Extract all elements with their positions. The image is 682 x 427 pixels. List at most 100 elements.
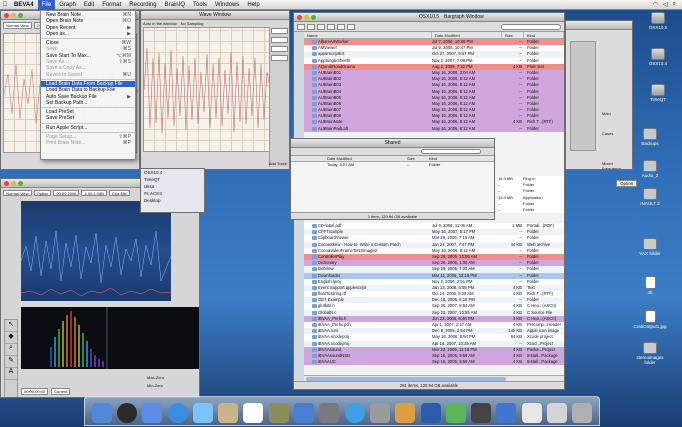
search-input[interactable] <box>501 23 561 30</box>
app-icon[interactable] <box>471 403 492 423</box>
ical-icon[interactable] <box>243 403 264 423</box>
sidebar-item[interactable]: OSX10.4 <box>141 169 204 176</box>
col-size[interactable]: Size <box>407 156 429 161</box>
col-kind[interactable]: Kind <box>429 156 469 161</box>
col-size[interactable]: Size <box>502 32 524 38</box>
guitar-icon[interactable] <box>395 403 416 423</box>
gain-field[interactable]: 4 00:1 0dB <box>81 189 107 196</box>
documents-folder-icon[interactable] <box>521 403 542 423</box>
app-icon[interactable] <box>496 403 517 423</box>
spotlight-icon[interactable]: ⌕ <box>673 1 676 8</box>
time-field[interactable]: 00:00 2006 <box>53 189 80 196</box>
option-button[interactable]: Option <box>616 180 638 187</box>
desktop-icon[interactable]: OSX10.4 <box>640 48 676 66</box>
menu-brainiq[interactable]: BrainIQ <box>161 0 189 10</box>
minimize-icon[interactable] <box>11 13 16 18</box>
marker-tool-icon[interactable]: ◆ <box>5 332 17 344</box>
app-icon[interactable] <box>445 403 466 423</box>
desktop-icon[interactable]: Audio_2 <box>632 160 668 178</box>
menu-item[interactable]: Run Apple Script... <box>41 125 135 131</box>
close-icon[interactable] <box>4 13 9 18</box>
menu-file[interactable]: File <box>37 0 56 10</box>
auto-window-option[interactable]: Auto in the window <box>143 21 177 26</box>
close-icon[interactable] <box>297 15 302 20</box>
desktop-icon[interactable]: INAULT 2 <box>632 188 668 206</box>
grid-mix-field[interactable]: Grid Mix <box>108 189 130 196</box>
zoom-icon[interactable] <box>18 181 23 186</box>
value-field[interactable] <box>271 28 288 34</box>
list-item[interactable]: Today, 5:07 AM -- Folder <box>291 162 494 168</box>
value-field[interactable] <box>271 55 288 61</box>
desktop-icon[interactable]: OSX10.5 <box>640 12 676 30</box>
menu-tools[interactable]: Tools <box>189 0 211 10</box>
menu-graph[interactable]: Graph <box>55 0 80 10</box>
time-machine-icon[interactable] <box>344 403 365 423</box>
menu-item[interactable]: Set Backup Path... <box>41 100 135 106</box>
desktop-icon[interactable]: stereoimages folder <box>632 342 668 365</box>
col-date[interactable]: Date Modified <box>327 156 407 161</box>
menu-help[interactable]: Help <box>243 0 263 10</box>
spaces-icon[interactable] <box>319 403 340 423</box>
view-list-button[interactable] <box>317 23 325 30</box>
fft-display[interactable] <box>21 307 199 369</box>
minimize-icon[interactable] <box>304 15 309 20</box>
desktop-icon[interactable]: Backups <box>632 128 668 146</box>
back-button[interactable] <box>297 23 305 30</box>
pointer-tool-icon[interactable]: ↖ <box>5 320 17 332</box>
no-sampling-option[interactable]: No Sampling <box>181 21 204 26</box>
preview-icon[interactable] <box>268 403 289 423</box>
time-field[interactable]: 00:00:00:00 <box>21 388 49 395</box>
app-menu[interactable]: BEVA4 <box>10 0 38 10</box>
menu-edit[interactable]: Edit <box>80 0 98 10</box>
wifi-icon[interactable]: ◠ <box>653 1 658 8</box>
col-name[interactable]: Name <box>304 32 432 38</box>
zoom-icon[interactable] <box>18 13 23 18</box>
address-book-icon[interactable] <box>218 403 239 423</box>
list-item[interactable]: -- Folder <box>498 206 564 214</box>
desktop-icon[interactable]: TimeQT <box>640 84 676 102</box>
ichat-icon[interactable] <box>192 403 213 423</box>
view-select[interactable]: Normal View <box>3 22 32 29</box>
wave-plot[interactable] <box>143 27 273 152</box>
spectrogram[interactable] <box>20 201 172 301</box>
view-select[interactable]: Normal View <box>3 189 32 196</box>
desktop-icon[interactable]: VAX folder <box>632 238 668 256</box>
trash-icon[interactable] <box>572 403 593 423</box>
sidebar-item-desktop[interactable]: Desktop <box>141 197 204 204</box>
minimize-icon[interactable] <box>11 181 16 186</box>
pencil-tool-icon[interactable]: ✎ <box>5 356 17 368</box>
text-tool-icon[interactable]: A <box>5 368 17 380</box>
menu-item[interactable]: Save PreSet <box>41 115 135 121</box>
downloads-folder-icon[interactable] <box>546 403 567 423</box>
menu-format[interactable]: Format <box>98 0 125 10</box>
sidebar-item[interactable]: Uksa <box>141 183 204 190</box>
volume-icon[interactable]: ◁ <box>663 1 668 8</box>
eye-icon[interactable] <box>337 23 345 30</box>
add-trace-button[interactable]: Add Trace <box>269 161 287 166</box>
option-button[interactable]: Option <box>33 189 52 196</box>
finder-icon[interactable] <box>91 403 112 423</box>
search-input[interactable] <box>421 149 481 154</box>
system-preferences-icon[interactable] <box>369 403 390 423</box>
forward-button[interactable] <box>307 23 315 30</box>
col-date[interactable]: Date Modified <box>432 32 502 38</box>
mail-icon[interactable] <box>142 403 163 423</box>
col-kind[interactable]: Kind <box>524 32 564 38</box>
zoom-tool-icon[interactable]: ⌕ <box>5 344 17 356</box>
close-icon[interactable] <box>4 181 9 186</box>
app-icon[interactable] <box>420 403 441 423</box>
dashboard-icon[interactable] <box>116 403 137 423</box>
sidebar-item[interactable]: TimeQT <box>141 176 204 183</box>
value-field[interactable] <box>271 46 288 52</box>
menu-windows[interactable]: Windows <box>211 0 243 10</box>
safari-icon[interactable] <box>167 403 188 423</box>
menu-recording[interactable]: Recording <box>125 0 160 10</box>
gear-icon[interactable] <box>347 23 355 30</box>
view-column-button[interactable] <box>327 23 335 30</box>
desktop-icon[interactable]: CrabOutput1.jpg <box>632 310 668 329</box>
itunes-icon[interactable] <box>294 403 315 423</box>
value-field[interactable] <box>271 37 288 43</box>
apple-menu-icon[interactable]:  <box>0 1 10 8</box>
level-slider[interactable] <box>570 41 596 151</box>
desktop-icon[interactable]: 4h <box>632 276 668 295</box>
